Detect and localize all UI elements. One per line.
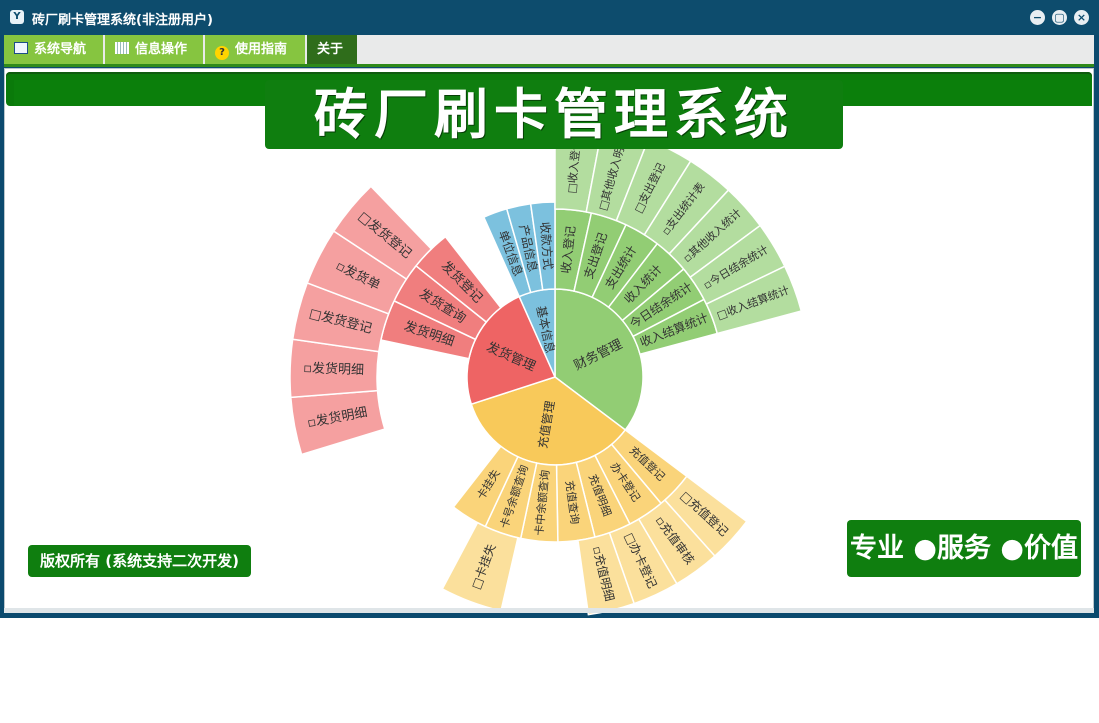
copyright-badge: 版权所有 (系统支持二次开发) [28,545,251,577]
slogan-badge: 专业 ●服务 ●价值 [847,520,1081,577]
bottom-strip [4,608,1094,613]
delivery-sub-1-label: ▫发货明细 [303,360,364,378]
app-window: Y 砖厂刷卡管理系统(非注册用户) − ▢ × 系统导航 信息操作 ? 使用指南 … [0,0,1099,618]
system-banner-title: 砖厂刷卡管理系统 [265,80,843,149]
